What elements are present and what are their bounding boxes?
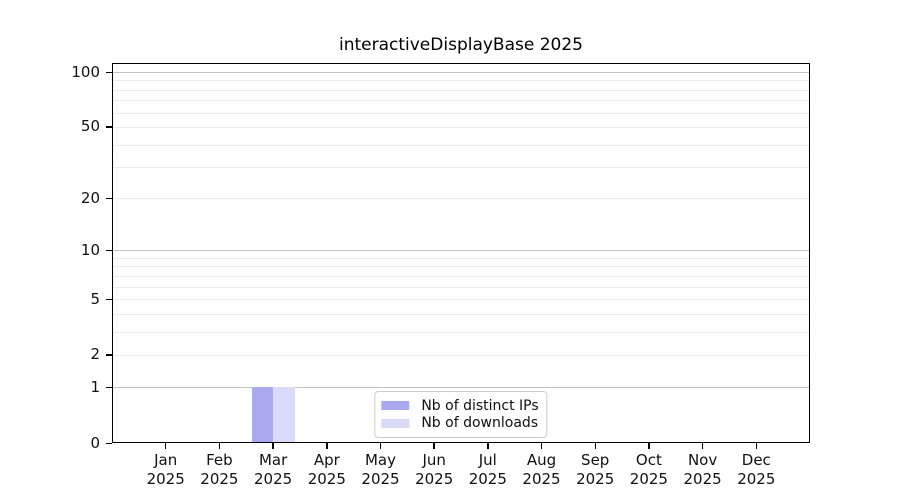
gridline-minor: [112, 257, 810, 259]
x-tick-mark: [594, 443, 596, 449]
gridline-minor: [112, 299, 810, 300]
legend: Nb of distinct IPs Nb of downloads: [374, 391, 548, 438]
gridline-major: [112, 250, 810, 252]
x-tick-mark: [379, 443, 382, 449]
bar-nb-of-downloads: [273, 387, 295, 443]
gridline-minor: [112, 275, 810, 277]
gridline-minor: [112, 198, 810, 200]
gridline-minor: [112, 89, 810, 91]
x-tick-label: Dec 2025: [737, 451, 776, 488]
y-tick-label: 0: [90, 433, 100, 452]
legend-label-distinct-ips: Nb of distinct IPs: [421, 397, 539, 414]
x-tick-mark: [272, 443, 274, 449]
gridline-minor: [112, 354, 810, 356]
x-tick-mark: [487, 443, 489, 449]
legend-label-downloads: Nb of downloads: [421, 415, 539, 432]
y-tick-mark: [106, 354, 112, 356]
y-tick-mark: [106, 298, 112, 300]
x-tick-mark: [648, 443, 650, 449]
plot-area-border: [112, 63, 810, 443]
gridline-major: [112, 387, 810, 389]
y-tick-mark: [106, 71, 112, 73]
gridline-minor: [112, 331, 810, 333]
x-tick-mark: [540, 443, 543, 449]
x-tick-mark: [701, 443, 704, 449]
legend-swatch-downloads: [381, 418, 410, 428]
gridline-minor: [112, 266, 810, 268]
x-tick-mark: [218, 443, 221, 449]
y-tick-label: 50: [80, 117, 100, 136]
gridline-minor: [112, 126, 810, 128]
x-tick-mark: [755, 443, 758, 449]
y-tick-label: 1: [90, 377, 100, 396]
x-tick-mark: [326, 443, 328, 449]
y-tick-mark: [106, 126, 112, 128]
y-tick-mark: [106, 249, 112, 252]
chart-figure: interactiveDisplayBase 2025 0 1 2 5 10 20 50 10…: [0, 0, 900, 500]
gridline-major: [112, 72, 810, 73]
gridline-minor: [112, 144, 810, 146]
y-tick-label: 5: [90, 289, 100, 308]
y-tick-label: 20: [80, 188, 100, 207]
legend-item-distinct-ips: Nb of distinct IPs: [381, 397, 539, 415]
y-tick-label: 10: [80, 240, 100, 259]
gridline-minor: [112, 313, 810, 315]
y-tick-mark: [106, 386, 112, 389]
y-tick-label: 2: [90, 345, 100, 364]
y-tick-mark: [106, 442, 112, 444]
y-tick-label: 100: [71, 62, 100, 81]
y-tick-mark: [106, 197, 112, 200]
legend-swatch-distinct-ips: [381, 401, 410, 411]
gridline-minor: [112, 80, 810, 82]
chart-title: interactiveDisplayBase 2025: [338, 35, 583, 55]
gridline-minor: [112, 286, 810, 288]
gridline-minor: [112, 112, 810, 114]
bar-nb-of-distinct-ips: [251, 387, 274, 443]
gridline-minor: [112, 167, 810, 168]
legend-item-downloads: Nb of downloads: [381, 415, 538, 433]
x-tick-mark: [164, 443, 167, 449]
gridline-minor: [112, 100, 810, 102]
x-tick-mark: [433, 443, 435, 449]
